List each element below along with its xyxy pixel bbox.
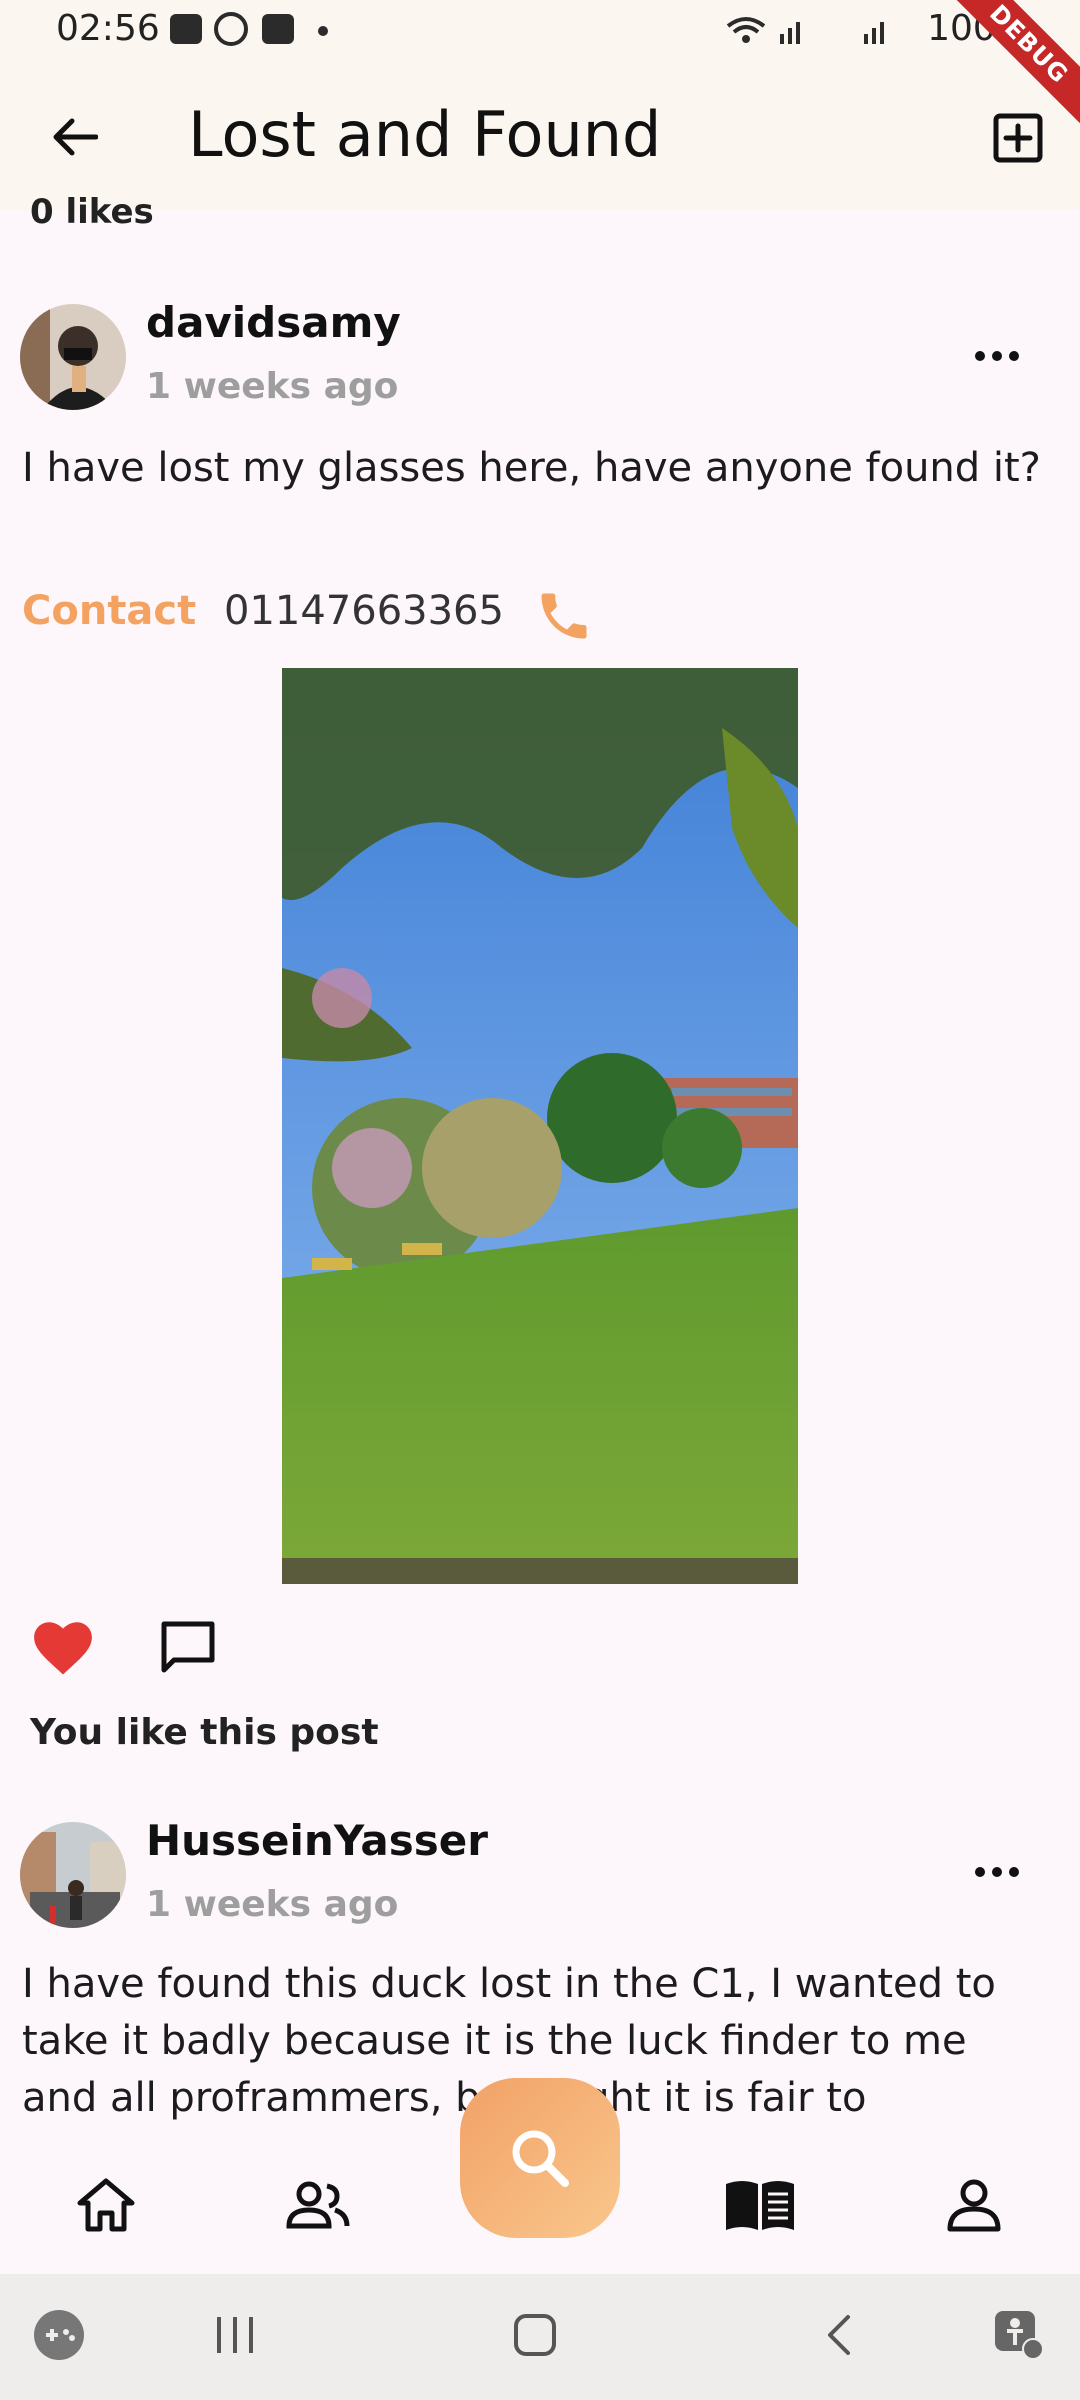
nav-profile-button[interactable] — [934, 2170, 1014, 2240]
people-icon — [286, 2181, 350, 2229]
post-time: 1 weeks ago — [146, 1884, 399, 1925]
home-system-icon — [514, 2314, 556, 2356]
call-button[interactable] — [534, 586, 594, 646]
book-icon — [726, 2181, 794, 2230]
add-box-icon — [993, 113, 1043, 163]
accessibility-icon — [995, 2311, 1044, 2360]
signal-icons — [724, 12, 904, 48]
game-launcher-button[interactable] — [24, 2300, 94, 2370]
status-bar — [0, 0, 1080, 64]
previous-post-likes: 0 likes — [30, 192, 154, 232]
more-icon — [975, 1867, 1019, 1877]
post-image[interactable] — [282, 668, 798, 1584]
page-title: Lost and Found — [188, 98, 662, 171]
mail-icon — [262, 14, 294, 44]
likes-text: You like this post — [30, 1712, 379, 1753]
post-username[interactable]: HusseinYasser — [146, 1816, 488, 1865]
accessibility-button[interactable] — [984, 2300, 1054, 2370]
gamepad-icon — [34, 2310, 84, 2360]
post-text: I have lost my glasses here, have anyone… — [22, 445, 1041, 491]
recent-apps-button[interactable] — [200, 2300, 270, 2370]
search-icon — [512, 2130, 569, 2187]
more-icon — [975, 351, 1019, 361]
contact-phone: 01147663365 — [224, 588, 504, 634]
comment-button[interactable] — [158, 1618, 218, 1676]
post-username[interactable]: davidsamy — [146, 298, 401, 347]
nav-people-button[interactable] — [278, 2170, 358, 2240]
person-icon — [947, 2179, 1001, 2232]
arrow-back-icon — [53, 118, 98, 156]
back-system-button[interactable] — [804, 2300, 874, 2370]
home-icon — [77, 2178, 135, 2232]
avatar[interactable] — [20, 1822, 126, 1928]
like-button[interactable] — [30, 1616, 96, 1678]
gallery-icon — [170, 14, 202, 44]
search-button[interactable] — [460, 2078, 620, 2238]
more-options-button[interactable] — [962, 336, 1032, 376]
nav-home-button[interactable] — [66, 2170, 146, 2240]
status-time: 02:56 — [56, 8, 160, 49]
more-options-button[interactable] — [962, 1852, 1032, 1892]
avatar[interactable] — [20, 304, 126, 410]
nav-book-button[interactable] — [720, 2170, 800, 2240]
add-post-button[interactable] — [986, 106, 1050, 170]
home-system-button[interactable] — [500, 2300, 570, 2370]
contact-label: Contact — [22, 588, 197, 634]
comment-icon — [161, 1621, 215, 1673]
back-button[interactable] — [40, 102, 110, 172]
heart-icon — [34, 1622, 92, 1675]
recent-apps-icon — [217, 2317, 253, 2353]
phone-icon — [541, 593, 587, 639]
whatsapp-icon — [214, 12, 248, 46]
notification-dot-icon — [318, 26, 328, 36]
chevron-left-icon — [828, 2315, 850, 2355]
post-time: 1 weeks ago — [146, 366, 399, 407]
